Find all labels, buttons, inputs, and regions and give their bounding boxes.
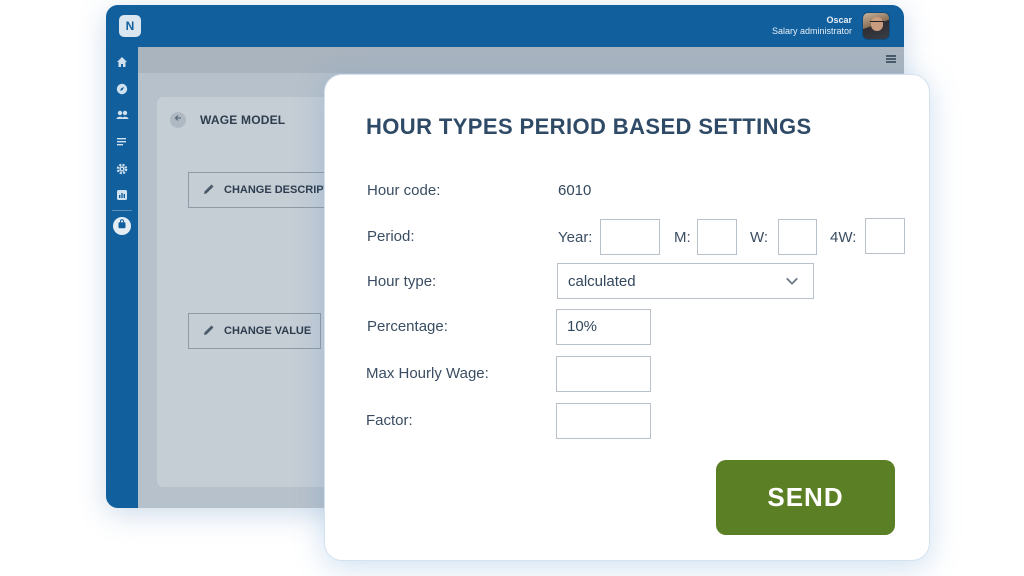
avatar[interactable] bbox=[862, 12, 890, 40]
change-description-button[interactable]: CHANGE DESCRIPT bbox=[188, 172, 328, 208]
pencil-icon bbox=[204, 184, 214, 194]
app-logo[interactable]: N bbox=[119, 15, 141, 37]
chart-icon[interactable] bbox=[115, 189, 129, 203]
change-description-label: CHANGE DESCRIPT bbox=[224, 184, 328, 196]
year-label: Year: bbox=[558, 229, 593, 246]
month-input[interactable] bbox=[697, 219, 737, 255]
factor-label: Factor: bbox=[366, 412, 413, 429]
gear-icon[interactable] bbox=[115, 163, 129, 177]
max-hourly-wage-label: Max Hourly Wage: bbox=[366, 365, 489, 382]
period-label: Period: bbox=[367, 228, 415, 245]
hour-type-value: calculated bbox=[568, 273, 636, 290]
week-label: W: bbox=[750, 229, 769, 246]
pencil-icon bbox=[204, 325, 214, 335]
hour-code-label: Hour code: bbox=[367, 182, 441, 199]
sidebar-divider bbox=[112, 210, 132, 211]
top-bar: N Oscar Salary administrator bbox=[106, 5, 904, 47]
hour-code-value: 6010 bbox=[558, 182, 592, 199]
change-value-label: CHANGE VALUE bbox=[224, 325, 312, 337]
page-title: WAGE MODEL bbox=[200, 113, 286, 127]
sidebar bbox=[106, 47, 138, 508]
user-info[interactable]: Oscar Salary administrator bbox=[772, 15, 852, 37]
send-button[interactable]: SEND bbox=[716, 460, 895, 535]
change-value-button[interactable]: CHANGE VALUE bbox=[188, 313, 321, 349]
list-icon[interactable] bbox=[115, 136, 129, 150]
home-icon[interactable] bbox=[115, 56, 129, 70]
factor-input[interactable] bbox=[556, 403, 651, 439]
percentage-label: Percentage: bbox=[367, 318, 448, 335]
hour-type-label: Hour type: bbox=[367, 273, 437, 290]
year-input[interactable] bbox=[600, 219, 660, 255]
month-label: M: bbox=[674, 229, 691, 246]
compass-icon[interactable] bbox=[115, 83, 129, 97]
sub-toolbar bbox=[138, 47, 904, 73]
dialog-title: HOUR TYPES PERIOD BASED SETTINGS bbox=[366, 114, 812, 139]
max-hourly-wage-input[interactable] bbox=[556, 356, 651, 392]
percentage-input[interactable]: 10% bbox=[556, 309, 651, 345]
chevron-down-icon bbox=[786, 277, 798, 285]
week-input[interactable] bbox=[778, 219, 817, 255]
users-icon[interactable] bbox=[115, 109, 129, 123]
back-arrow-icon[interactable] bbox=[170, 112, 186, 128]
four-week-input[interactable] bbox=[865, 218, 905, 254]
four-week-label: 4W: bbox=[830, 229, 857, 246]
bag-icon[interactable] bbox=[113, 217, 131, 235]
user-role: Salary administrator bbox=[771, 26, 852, 36]
user-name: Oscar bbox=[826, 15, 852, 25]
hour-type-select[interactable]: calculated bbox=[557, 263, 814, 299]
hamburger-menu-icon[interactable] bbox=[886, 55, 896, 63]
